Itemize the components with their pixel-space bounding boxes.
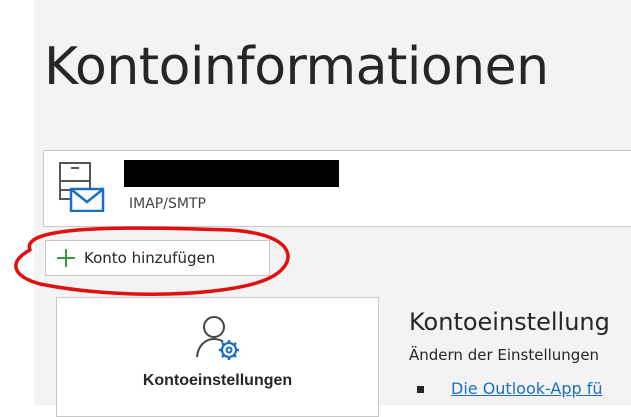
account-settings-tile-label: Kontoeinstellungen — [142, 372, 293, 389]
account-settings-icon — [196, 316, 239, 360]
section-description: Ändern der Einstellungen — [409, 346, 600, 364]
page-title: Kontoinformationen — [44, 37, 549, 97]
account-selector[interactable]: IMAP/SMTP — [43, 150, 631, 227]
redacted-account-name — [124, 160, 339, 187]
plus-icon — [57, 249, 75, 267]
bullet-icon — [417, 386, 424, 393]
add-account-label: Konto hinzufügen — [84, 249, 216, 267]
account-type-label: IMAP/SMTP — [129, 196, 206, 212]
account-mail-icon — [59, 162, 105, 212]
outlook-app-link[interactable]: Die Outlook-App fü — [451, 379, 603, 398]
section-heading: Kontoeinstellung — [409, 308, 610, 336]
account-settings-tile[interactable]: Kontoeinstellungen — [56, 297, 379, 417]
add-account-button[interactable]: Konto hinzufügen — [45, 240, 270, 276]
